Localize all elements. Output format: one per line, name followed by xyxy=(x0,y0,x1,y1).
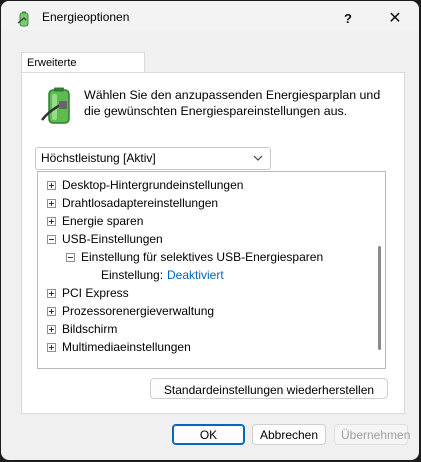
power-plan-select[interactable]: Höchstleistung [Aktiv] xyxy=(35,147,271,170)
power-plan-select-value: Höchstleistung [Aktiv] xyxy=(41,151,156,165)
chevron-down-icon xyxy=(253,155,263,161)
expand-icon[interactable] xyxy=(47,307,56,316)
expand-icon[interactable] xyxy=(47,199,56,208)
tab-advanced-settings[interactable]: Erweiterte Einstellungen xyxy=(21,52,145,89)
vertical-scrollbar[interactable] xyxy=(373,172,385,368)
collapse-icon[interactable] xyxy=(47,235,56,244)
battery-icon xyxy=(41,87,70,124)
apply-button[interactable]: Übernehmen xyxy=(334,424,410,445)
collapse-icon[interactable] xyxy=(66,253,75,262)
expand-icon[interactable] xyxy=(47,325,56,334)
power-options-dialog: Energieoptionen ? ✕ Erweiterte Einstellu… xyxy=(1,1,419,460)
expand-icon[interactable] xyxy=(47,217,56,226)
title-bar: Energieoptionen ? ✕ xyxy=(1,1,419,31)
settings-tree[interactable]: Desktop-Hintergrundeinstellungen Drahtlo… xyxy=(37,171,386,369)
cancel-button[interactable]: Abbrechen xyxy=(252,424,326,445)
scrollbar-thumb[interactable] xyxy=(378,246,381,350)
setting-value-link[interactable]: Deaktiviert xyxy=(167,266,224,284)
power-options-icon xyxy=(17,11,29,27)
expand-icon[interactable] xyxy=(47,289,56,298)
ok-button[interactable]: OK xyxy=(172,424,245,445)
close-button[interactable]: ✕ xyxy=(379,5,411,31)
window-title: Energieoptionen xyxy=(42,10,130,24)
expand-icon[interactable] xyxy=(47,181,56,190)
restore-defaults-button[interactable]: Standardeinstellungen wiederherstellen xyxy=(150,378,388,399)
help-button[interactable]: ? xyxy=(332,5,364,31)
setting-label: Einstellung: xyxy=(101,268,164,282)
description-text: Wählen Sie den anzupassenden Energiespar… xyxy=(84,88,381,118)
settings-panel: Wählen Sie den anzupassenden Energiespar… xyxy=(21,72,405,414)
expand-icon[interactable] xyxy=(47,343,56,352)
